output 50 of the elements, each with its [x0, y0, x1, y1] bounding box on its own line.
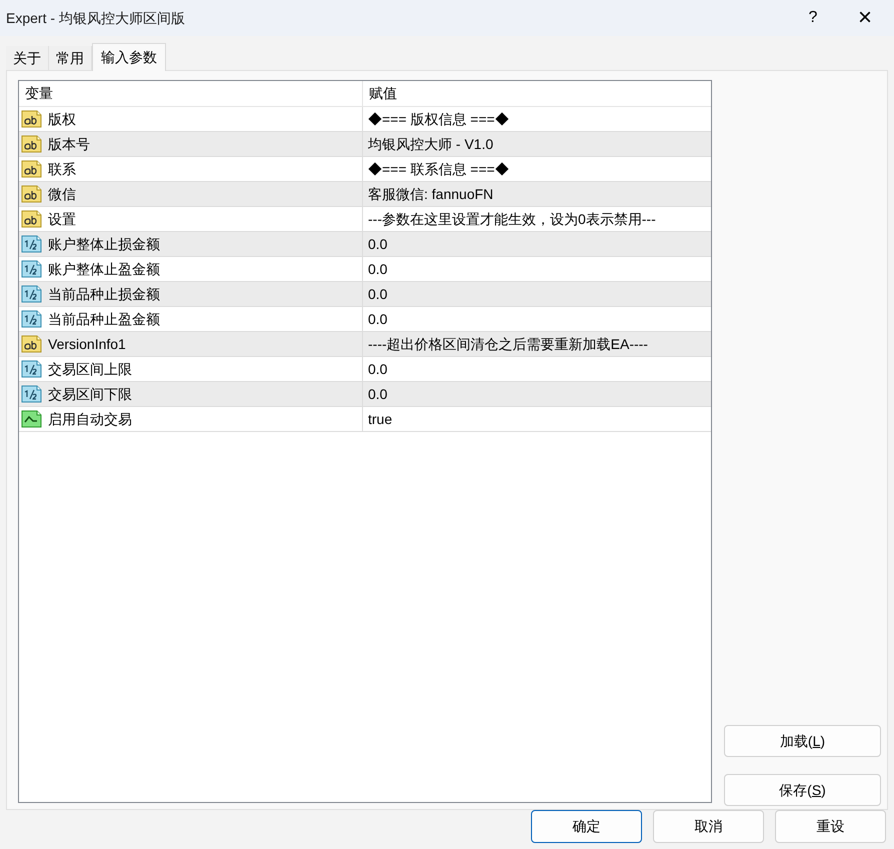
text-type-icon — [21, 109, 43, 129]
parameter-name: 联系 — [48, 160, 76, 178]
parameter-name: 设置 — [48, 210, 76, 228]
parameter-value[interactable]: 0.0 — [363, 257, 711, 281]
parameter-value[interactable]: ◆=== 版权信息 ===◆ — [363, 107, 711, 131]
parameter-name: 当前品种止盈金额 — [48, 310, 160, 328]
number-type-icon — [21, 284, 43, 304]
parameter-name: 交易区间下限 — [48, 384, 132, 404]
parameter-value[interactable]: 0.0 — [363, 357, 711, 381]
parameter-name: 账户整体止损金额 — [48, 234, 160, 254]
number-type-icon — [21, 309, 43, 329]
help-button[interactable]: ? — [790, 3, 836, 33]
side-button[interactable]: 保存(S) — [724, 774, 881, 806]
parameter-name: 版权 — [48, 110, 76, 128]
parameter-value[interactable]: 0.0 — [363, 382, 711, 406]
dialog-button[interactable]: 重设 — [775, 810, 886, 843]
parameter-value[interactable]: 0.0 — [363, 307, 711, 331]
parameter-name: 微信 — [48, 184, 76, 204]
parameter-name: 启用自动交易 — [48, 410, 132, 428]
dialog-button[interactable]: 取消 — [653, 810, 764, 843]
window-title: Expert - 均银风控大师区间版 — [6, 8, 185, 28]
parameter-name: 版本号 — [48, 134, 90, 154]
parameter-name: 账户整体止盈金额 — [48, 260, 160, 278]
text-type-icon — [21, 159, 43, 179]
number-type-icon — [21, 384, 43, 404]
parameter-value[interactable]: ---参数在这里设置才能生效，设为0表示禁用--- — [363, 207, 711, 231]
parameter-value[interactable]: ----超出价格区间清仓之后需要重新加载EA---- — [363, 332, 711, 356]
column-header[interactable]: 赋值 — [363, 81, 711, 106]
number-type-icon — [21, 359, 43, 379]
parameter-value[interactable]: ◆=== 联系信息 ===◆ — [363, 157, 711, 181]
parameter-value[interactable]: true — [363, 407, 711, 431]
parameter-value[interactable]: 0.0 — [363, 232, 711, 256]
toggle-type-icon — [21, 409, 43, 429]
dialog-button[interactable]: 确定 — [531, 810, 642, 843]
parameter-name: 当前品种止损金额 — [48, 284, 160, 304]
text-type-icon — [21, 134, 43, 154]
tab[interactable]: 输入参数 — [92, 43, 166, 71]
text-type-icon — [21, 334, 43, 354]
number-type-icon — [21, 234, 43, 254]
number-type-icon — [21, 259, 43, 279]
text-type-icon — [21, 184, 43, 204]
parameter-value[interactable]: 均银风控大师 - V1.0 — [363, 132, 711, 156]
parameter-value[interactable]: 0.0 — [363, 282, 711, 306]
column-header[interactable]: 变量 — [19, 81, 363, 106]
close-button[interactable]: × — [842, 3, 888, 33]
parameter-name: 交易区间上限 — [48, 360, 132, 378]
parameter-value[interactable]: 客服微信: fannuoFN — [363, 182, 711, 206]
parameter-name: VersionInfo1 — [48, 334, 126, 354]
side-button[interactable]: 加载(L) — [724, 725, 881, 757]
text-type-icon — [21, 209, 43, 229]
